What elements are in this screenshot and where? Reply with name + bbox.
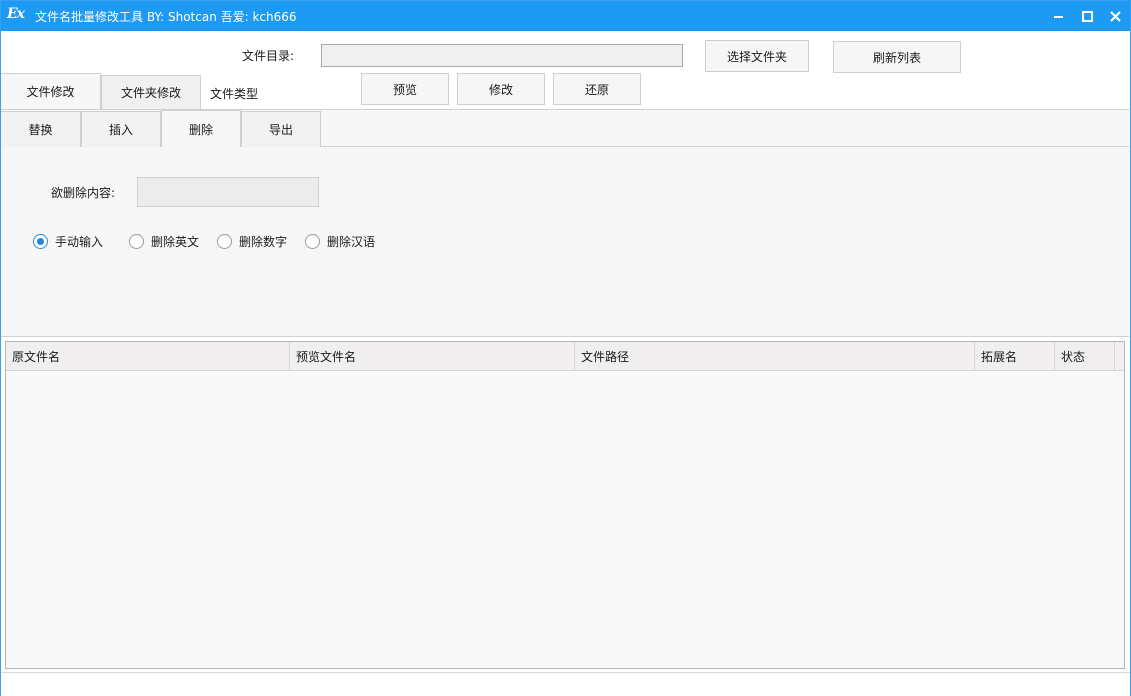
radio-label: 删除英文: [151, 235, 200, 249]
column-preview-name[interactable]: 预览文件名: [290, 342, 575, 370]
tab-file-modify[interactable]: 文件修改: [1, 73, 101, 109]
app-window: Ex 文件名批量修改工具 BY: Shotcan 吾爱: kch666 文件目录…: [0, 0, 1131, 696]
column-filler: [1115, 342, 1124, 370]
restore-button[interactable]: 还原: [553, 73, 641, 105]
column-file-path[interactable]: 文件路径: [575, 342, 975, 370]
delete-content-label: 欲删除内容:: [51, 186, 116, 200]
operation-panel: 替换 插入 删除 导出 欲删除内容: 手动输入 删除英文 删除数字 删除汉语: [1, 109, 1129, 337]
radio-label: 手动输入: [55, 235, 104, 249]
file-type-label: 文件类型: [210, 87, 259, 101]
modify-button[interactable]: 修改: [457, 73, 545, 105]
radio-label: 删除汉语: [327, 235, 376, 249]
column-extension[interactable]: 拓展名: [975, 342, 1055, 370]
close-button[interactable]: [1104, 6, 1126, 26]
select-folder-button[interactable]: 选择文件夹: [705, 40, 809, 72]
radio-manual-input[interactable]: 手动输入: [33, 233, 103, 250]
radio-label: 删除数字: [239, 235, 288, 249]
tab-replace[interactable]: 替换: [1, 111, 81, 147]
app-logo: Ex: [7, 6, 25, 22]
radio-delete-digits[interactable]: 删除数字: [217, 233, 287, 250]
title-bar[interactable]: Ex 文件名批量修改工具 BY: Shotcan 吾爱: kch666: [1, 1, 1130, 31]
radio-unchecked-icon: [305, 234, 320, 249]
close-icon: [1109, 10, 1121, 22]
maximize-button[interactable]: [1076, 6, 1098, 26]
tab-delete[interactable]: 删除: [161, 110, 241, 147]
radio-delete-chinese[interactable]: 删除汉语: [305, 233, 375, 250]
column-original-name[interactable]: 原文件名: [6, 342, 290, 370]
radio-unchecked-icon: [129, 234, 144, 249]
delete-content-input[interactable]: [137, 177, 319, 207]
window-title: 文件名批量修改工具 BY: Shotcan 吾爱: kch666: [35, 10, 297, 24]
directory-label: 文件目录:: [242, 49, 295, 63]
column-status[interactable]: 状态: [1055, 342, 1115, 370]
status-bar: [1, 672, 1130, 696]
file-list[interactable]: 原文件名 预览文件名 文件路径 拓展名 状态: [5, 341, 1125, 669]
radio-unchecked-icon: [217, 234, 232, 249]
tab-folder-modify[interactable]: 文件夹修改: [101, 75, 201, 109]
maximize-icon: [1081, 10, 1093, 22]
radio-delete-english[interactable]: 删除英文: [129, 233, 199, 250]
directory-input[interactable]: [321, 44, 683, 67]
radio-checked-icon: [33, 234, 48, 249]
minimize-icon: [1053, 16, 1063, 18]
tab-export[interactable]: 导出: [241, 111, 321, 147]
refresh-list-button[interactable]: 刷新列表: [833, 41, 961, 73]
subtab-bar: 替换 插入 删除 导出: [1, 110, 1129, 147]
list-header: 原文件名 预览文件名 文件路径 拓展名 状态: [6, 342, 1124, 371]
tab-insert[interactable]: 插入: [81, 111, 161, 147]
preview-button[interactable]: 预览: [361, 73, 449, 105]
minimize-button[interactable]: [1047, 6, 1069, 26]
